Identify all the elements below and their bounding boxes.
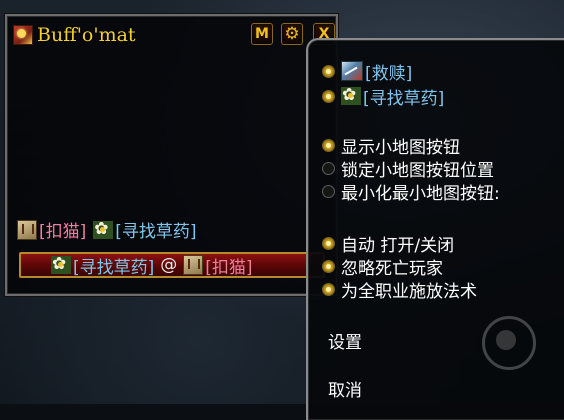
menu-item-spell-redemption[interactable]: [救赎] [322,60,412,84]
menu-item-settings[interactable]: 设置 [328,328,362,353]
menu-item-lock-minimap-button[interactable]: 锁定小地图按钮位置 [322,157,494,181]
frame-header: Buff'o'mat [13,20,136,50]
menu-item-ignore-dead-players[interactable]: 忽略死亡玩家 [322,255,443,279]
menu-item-label: 忽略死亡玩家 [341,258,443,279]
menu-item-label: 最小化最小地图按钮: [341,183,500,204]
settings-gear-button[interactable]: ⚙ [281,23,303,45]
menu-item-auto-open-close[interactable]: 自动 打开/关闭 [322,232,455,256]
menu-item-label: 自动 打开/关闭 [341,235,455,256]
buff-spell-1[interactable]: [扣猫] [39,217,86,242]
checkbox-checked-icon [322,236,335,250]
menu-item-label: 显示小地图按钮 [341,137,460,158]
cast-target-label: [扣猫] [205,257,253,278]
scroll-icon [17,219,37,240]
menu-item-cast-all-classes[interactable]: 为全职业施放法术 [322,278,477,302]
menu-item-show-minimap-button[interactable]: 显示小地图按钮 [322,134,460,158]
menu-item-label: 为全职业施放法术 [341,281,477,302]
checkbox-unchecked-icon [322,161,335,175]
flower-icon [51,254,71,274]
cast-at-sign: @ [160,255,178,275]
buffomat-frame[interactable]: Buff'o'mat M ⚙ X [扣猫] [寻找草药] [寻找草药] @ [扣… [5,14,338,296]
checkbox-checked-icon [322,138,335,152]
watermark-logo [482,316,536,370]
flower-icon [93,219,114,239]
frame-title: Buff'o'mat [37,24,136,46]
cast-button[interactable]: [寻找草药] @ [扣猫] [19,252,325,278]
minimap-button[interactable]: M [251,23,273,45]
checkbox-unchecked-icon [322,184,335,198]
checkbox-checked-icon [322,282,335,296]
scroll-icon [183,255,204,275]
menu-item-spell-herb[interactable]: [寻找草药] [322,85,444,109]
menu-item-cancel[interactable]: 取消 [328,376,362,401]
checkbox-checked-icon [322,64,335,78]
gear-icon: ⚙ [284,24,300,44]
checkbox-checked-icon [322,89,335,103]
checkbox-checked-icon [322,259,335,273]
menu-item-label: 锁定小地图按钮位置 [341,160,494,181]
buff-status-line: [扣猫] [寻找草药] [17,217,197,242]
flower-icon [341,85,361,105]
buff-spell-2[interactable]: [寻找草药] [115,217,196,242]
menu-item-minimize-minimap-button[interactable]: 最小化最小地图按钮: [322,180,500,204]
redemption-icon [341,61,363,81]
cast-spell-label: [寻找草药] [73,257,155,278]
addon-logo-icon [13,25,33,45]
